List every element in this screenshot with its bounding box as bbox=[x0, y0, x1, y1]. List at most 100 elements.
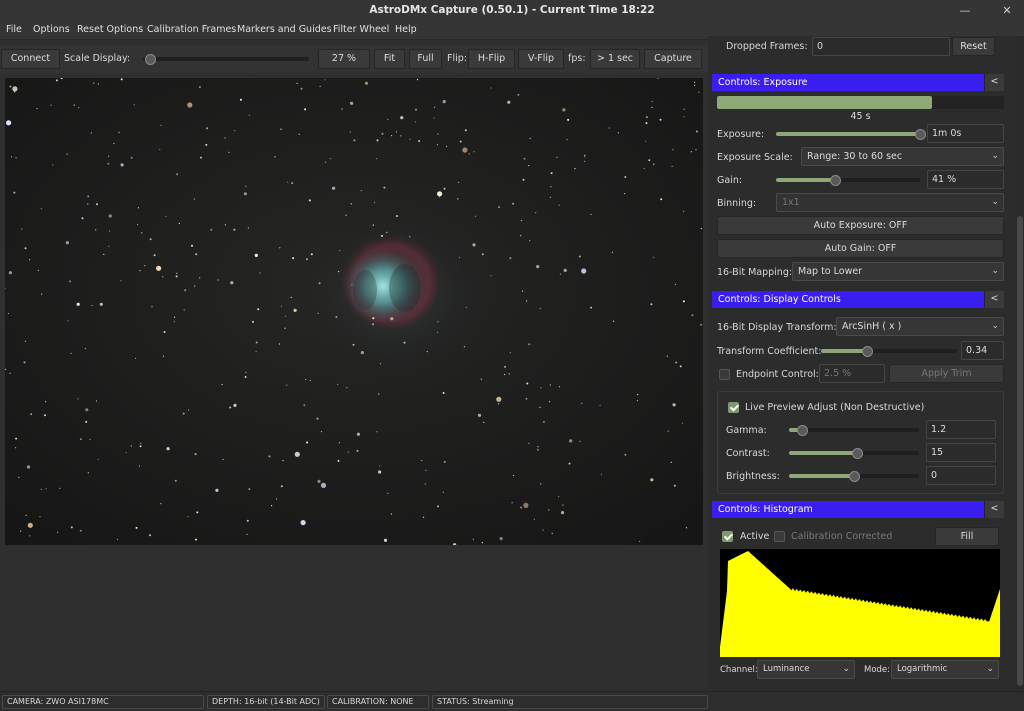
scale-display-slider-track[interactable] bbox=[143, 57, 309, 61]
contrast-slider-fill bbox=[789, 451, 857, 455]
reset-dropped-frames-button[interactable]: Reset bbox=[952, 37, 995, 56]
exposure-slider-track[interactable] bbox=[776, 132, 920, 136]
display-transform-dropdown[interactable]: ArcSinH ( x ) ⌄ bbox=[836, 317, 1004, 336]
auto-exposure-button[interactable]: Auto Exposure: OFF bbox=[717, 216, 1004, 235]
v-flip-button[interactable]: V-Flip bbox=[518, 49, 564, 69]
menu-calibration-frames[interactable]: Calibration Frames bbox=[147, 24, 236, 35]
transform-coefficient-field[interactable]: 0.34 bbox=[961, 341, 1004, 360]
histogram-collapse-button[interactable]: < bbox=[984, 501, 1004, 518]
transform-coefficient-slider-handle[interactable] bbox=[862, 346, 873, 357]
connect-button[interactable]: Connect bbox=[1, 49, 60, 69]
gamma-value-field[interactable]: 1.2 bbox=[926, 420, 996, 439]
status-camera: CAMERA: ZWO ASI178MC bbox=[2, 695, 204, 709]
menu-help[interactable]: Help bbox=[395, 24, 417, 35]
chevron-down-icon: ⌄ bbox=[986, 664, 994, 674]
histogram-plot bbox=[720, 549, 1000, 657]
auto-gain-button[interactable]: Auto Gain: OFF bbox=[717, 239, 1004, 258]
chevron-down-icon: ⌄ bbox=[991, 266, 999, 276]
binning-label: Binning: bbox=[717, 198, 757, 209]
endpoint-control-checkbox[interactable] bbox=[719, 369, 730, 380]
capture-button[interactable]: Capture bbox=[644, 49, 702, 69]
close-button[interactable]: ✕ bbox=[1000, 4, 1014, 18]
gain-slider-handle[interactable] bbox=[830, 175, 841, 186]
channel-label: Channel: bbox=[720, 665, 758, 675]
display-transform-value: ArcSinH ( x ) bbox=[842, 321, 902, 332]
transform-coefficient-slider-fill bbox=[821, 349, 867, 353]
full-button[interactable]: Full bbox=[409, 49, 442, 69]
exposure-section-title: Controls: Exposure bbox=[718, 77, 808, 88]
status-calibration: CALIBRATION: NONE bbox=[327, 695, 429, 709]
endpoint-control-field[interactable]: 2.5 % bbox=[819, 364, 885, 383]
brightness-value-field[interactable]: 0 bbox=[926, 466, 996, 485]
transform-coefficient-label: Transform Coefficient: bbox=[717, 346, 822, 357]
brightness-slider-handle[interactable] bbox=[849, 471, 860, 482]
exposure-scale-label: Exposure Scale: bbox=[717, 152, 793, 163]
gamma-slider-handle[interactable] bbox=[797, 425, 808, 436]
scale-display-slider-handle[interactable] bbox=[145, 54, 156, 65]
menu-file[interactable]: File bbox=[6, 24, 22, 35]
display-collapse-button[interactable]: < bbox=[984, 291, 1004, 308]
chevron-down-icon: ⌄ bbox=[991, 321, 999, 331]
live-preview-label: Live Preview Adjust (Non Destructive) bbox=[745, 402, 925, 413]
exposure-progress-bar bbox=[717, 96, 1004, 109]
menu-options[interactable]: Options bbox=[33, 24, 70, 35]
exposure-slider-handle[interactable] bbox=[915, 129, 926, 140]
contrast-slider-handle[interactable] bbox=[852, 448, 863, 459]
apply-trim-button[interactable]: Apply Trim bbox=[889, 364, 1004, 383]
exposure-value-field[interactable]: 1m 0s bbox=[927, 124, 1004, 143]
window-title: AstroDMx Capture (0.50.1) - Current Time… bbox=[369, 4, 655, 16]
display-section-header[interactable]: Controls: Display Controls < bbox=[712, 291, 1004, 308]
histogram-active-checkbox[interactable] bbox=[722, 531, 733, 542]
image-preview[interactable] bbox=[5, 78, 703, 545]
gain-slider-fill bbox=[776, 178, 835, 182]
transform-coefficient-slider-track[interactable] bbox=[821, 349, 957, 353]
scale-display-label: Scale Display: bbox=[64, 53, 131, 64]
histogram-fill-button[interactable]: Fill bbox=[935, 527, 999, 546]
chevron-down-icon: ⌄ bbox=[991, 151, 999, 161]
calibration-corrected-checkbox[interactable] bbox=[774, 531, 785, 542]
gain-value-field[interactable]: 41 % bbox=[927, 170, 1004, 189]
exposure-scale-dropdown[interactable]: Range: 30 to 60 sec ⌄ bbox=[801, 147, 1004, 166]
brightness-label: Brightness: bbox=[726, 471, 780, 482]
fps-value-field[interactable]: > 1 sec bbox=[590, 49, 640, 69]
menu-reset-options[interactable]: Reset Options bbox=[77, 24, 143, 35]
calibration-corrected-label: Calibration Corrected bbox=[791, 531, 893, 542]
binning-dropdown[interactable]: 1x1 ⌄ bbox=[776, 193, 1004, 212]
status-state: STATUS: Streaming bbox=[432, 695, 708, 709]
h-flip-button[interactable]: H-Flip bbox=[468, 49, 515, 69]
mapping-dropdown[interactable]: Map to Lower ⌄ bbox=[792, 262, 1004, 281]
gamma-slider-track[interactable] bbox=[789, 428, 919, 432]
dropped-frames-label: Dropped Frames: bbox=[726, 41, 808, 52]
status-depth: DEPTH: 16-bit (14-Bit ADC) bbox=[207, 695, 325, 709]
fit-button[interactable]: Fit bbox=[374, 49, 405, 69]
scrollbar-thumb[interactable] bbox=[1017, 216, 1023, 686]
contrast-value-field[interactable]: 15 bbox=[926, 443, 996, 462]
channel-dropdown[interactable]: Luminance ⌄ bbox=[757, 660, 855, 679]
live-preview-checkbox[interactable] bbox=[728, 402, 739, 413]
endpoint-control-label: Endpoint Control: bbox=[736, 369, 819, 380]
gain-label: Gain: bbox=[717, 175, 743, 186]
contrast-label: Contrast: bbox=[726, 448, 770, 459]
mapping-label: 16-Bit Mapping: bbox=[717, 267, 793, 278]
nebula-star-field-image bbox=[5, 78, 703, 545]
chevron-down-icon: ⌄ bbox=[842, 664, 850, 674]
scale-value-field[interactable]: 27 % bbox=[318, 49, 370, 69]
mode-label: Mode: bbox=[864, 665, 891, 675]
mapping-value: Map to Lower bbox=[798, 266, 863, 277]
exposure-scale-value: Range: 30 to 60 sec bbox=[807, 151, 903, 162]
gain-slider-track[interactable] bbox=[776, 178, 920, 182]
dropped-frames-field[interactable]: 0 bbox=[812, 37, 950, 56]
controls-panel-scrollbar[interactable] bbox=[1016, 36, 1024, 690]
status-bar: CAMERA: ZWO ASI178MC DEPTH: 16-bit (14-B… bbox=[0, 691, 1024, 711]
histogram-section-header[interactable]: Controls: Histogram < bbox=[712, 501, 1004, 518]
menu-markers-and-guides[interactable]: Markers and Guides bbox=[237, 24, 332, 35]
minimize-button[interactable]: — bbox=[958, 4, 972, 18]
gamma-label: Gamma: bbox=[726, 425, 767, 436]
exposure-section-header[interactable]: Controls: Exposure < bbox=[712, 74, 1004, 91]
title-bar: AstroDMx Capture (0.50.1) - Current Time… bbox=[0, 0, 1024, 21]
flip-label: Flip: bbox=[447, 53, 467, 64]
menu-filter-wheel[interactable]: Filter Wheel bbox=[333, 24, 389, 35]
mode-dropdown[interactable]: Logarithmic ⌄ bbox=[891, 660, 999, 679]
histogram-section-title: Controls: Histogram bbox=[718, 504, 813, 515]
exposure-collapse-button[interactable]: < bbox=[984, 74, 1004, 91]
